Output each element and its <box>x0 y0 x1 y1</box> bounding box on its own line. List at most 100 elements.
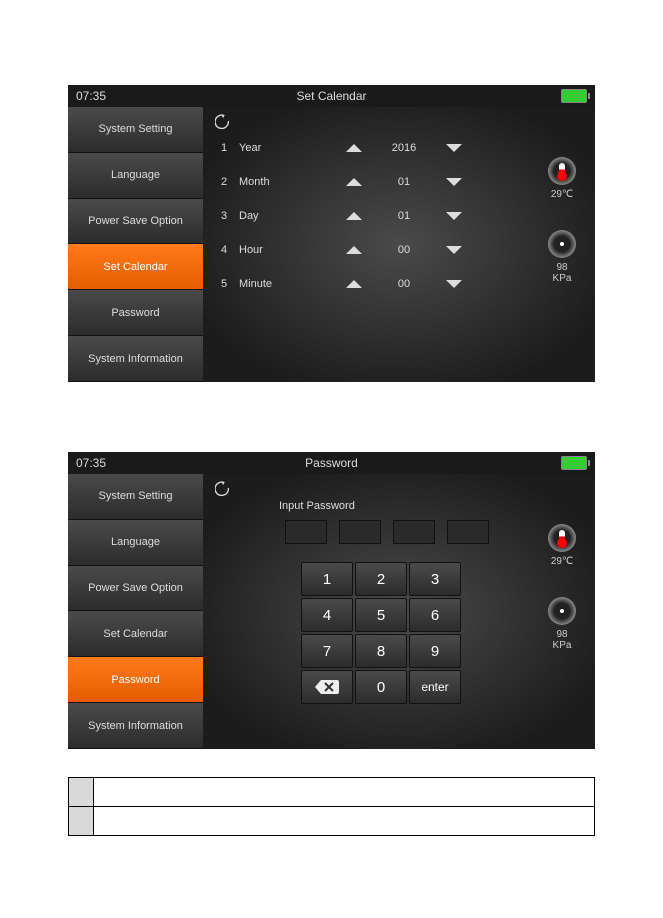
sidebar: System SettingLanguagePower Save OptionS… <box>68 474 203 749</box>
sidebar-item-password[interactable]: Password <box>68 290 203 336</box>
key-2[interactable]: 2 <box>355 562 407 596</box>
calendar-row-month: 2Month 01 <box>221 165 525 199</box>
chevron-down-icon <box>446 212 462 220</box>
pressure-unit: KPa <box>553 640 572 651</box>
row-value: 00 <box>379 244 429 256</box>
key-1[interactable]: 1 <box>301 562 353 596</box>
password-digit-2[interactable] <box>339 520 381 544</box>
topbar: 07:35 Password <box>68 452 595 474</box>
key-6[interactable]: 6 <box>409 598 461 632</box>
sidebar-item-system-setting[interactable]: System Setting <box>68 474 203 520</box>
row-label: Day <box>239 210 329 222</box>
chevron-up-icon <box>346 178 362 186</box>
pressure-value: 98 <box>556 629 567 640</box>
row-value: 00 <box>379 278 429 290</box>
battery-icon <box>561 456 587 470</box>
table-cell <box>69 778 94 807</box>
chevron-up-icon <box>346 144 362 152</box>
main-panel: Input Password 123 456 7890enter 29℃ 98 KP… <box>203 474 595 749</box>
sidebar-item-set-calendar[interactable]: Set Calendar <box>68 611 203 657</box>
key-enter[interactable]: enter <box>409 670 461 704</box>
key-3[interactable]: 3 <box>409 562 461 596</box>
chevron-down-icon <box>446 144 462 152</box>
calendar-row-year: 1Year 2016 <box>221 131 525 165</box>
table-cell <box>94 778 595 807</box>
key-7[interactable]: 7 <box>301 634 353 668</box>
row-value: 2016 <box>379 142 429 154</box>
decrement-year-button[interactable] <box>429 141 479 155</box>
key-0[interactable]: 0 <box>355 670 407 704</box>
row-label: Month <box>239 176 329 188</box>
temperature-value: 29℃ <box>551 556 573 567</box>
row-index: 3 <box>221 210 239 222</box>
increment-day-button[interactable] <box>329 209 379 223</box>
chevron-up-icon <box>346 280 362 288</box>
chevron-down-icon <box>446 178 462 186</box>
row-index: 4 <box>221 244 239 256</box>
keypad: 123 456 7890enter <box>301 562 509 704</box>
battery-icon <box>561 89 587 103</box>
back-icon[interactable] <box>215 480 231 499</box>
password-slots <box>285 520 509 544</box>
sidebar-item-system-setting[interactable]: System Setting <box>68 107 203 153</box>
thermometer-icon <box>548 157 576 185</box>
row-index: 1 <box>221 142 239 154</box>
backspace-icon <box>315 680 339 694</box>
sidebar-item-set-calendar[interactable]: Set Calendar <box>68 244 203 290</box>
password-digit-1[interactable] <box>285 520 327 544</box>
increment-year-button[interactable] <box>329 141 379 155</box>
sidebar-item-power-save-option[interactable]: Power Save Option <box>68 566 203 612</box>
row-label: Minute <box>239 278 329 290</box>
sensor-panel: 29℃ 98 KPa <box>537 157 587 284</box>
calendar-row-hour: 4Hour 00 <box>221 233 525 267</box>
temperature-value: 29℃ <box>551 189 573 200</box>
thermometer-icon <box>548 524 576 552</box>
sidebar-item-language[interactable]: Language <box>68 153 203 199</box>
sidebar-item-system-information[interactable]: System Information <box>68 703 203 749</box>
table-cell <box>94 807 595 836</box>
page-title: Set Calendar <box>68 89 595 103</box>
chevron-up-icon <box>346 246 362 254</box>
row-label: Year <box>239 142 329 154</box>
footer-table <box>68 777 595 836</box>
table-cell <box>69 807 94 836</box>
sensor-panel: 29℃ 98 KPa <box>537 524 587 651</box>
password-digit-4[interactable] <box>447 520 489 544</box>
screen-set-calendar: 07:35 Set Calendar System SettingLanguag… <box>68 85 595 382</box>
chevron-down-icon <box>446 280 462 288</box>
topbar: 07:35 Set Calendar <box>68 85 595 107</box>
input-password-label: Input Password <box>279 500 509 512</box>
decrement-hour-button[interactable] <box>429 243 479 257</box>
sidebar-item-language[interactable]: Language <box>68 520 203 566</box>
increment-hour-button[interactable] <box>329 243 379 257</box>
decrement-day-button[interactable] <box>429 209 479 223</box>
key-4[interactable]: 4 <box>301 598 353 632</box>
calendar-row-day: 3Day 01 <box>221 199 525 233</box>
sidebar: System SettingLanguagePower Save OptionS… <box>68 107 203 382</box>
row-label: Hour <box>239 244 329 256</box>
key-backspace[interactable] <box>301 670 353 704</box>
sidebar-item-system-information[interactable]: System Information <box>68 336 203 382</box>
key-9[interactable]: 9 <box>409 634 461 668</box>
row-index: 2 <box>221 176 239 188</box>
chevron-up-icon <box>346 212 362 220</box>
sidebar-item-password[interactable]: Password <box>68 657 203 703</box>
back-icon[interactable] <box>215 113 231 132</box>
decrement-month-button[interactable] <box>429 175 479 189</box>
decrement-minute-button[interactable] <box>429 277 479 291</box>
key-5[interactable]: 5 <box>355 598 407 632</box>
sidebar-item-power-save-option[interactable]: Power Save Option <box>68 199 203 245</box>
key-8[interactable]: 8 <box>355 634 407 668</box>
increment-month-button[interactable] <box>329 175 379 189</box>
row-value: 01 <box>379 176 429 188</box>
row-value: 01 <box>379 210 429 222</box>
pressure-value: 98 <box>556 262 567 273</box>
main-panel: 1Year20162Month013Day014Hour005Minute00 … <box>203 107 595 382</box>
pressure-unit: KPa <box>553 273 572 284</box>
password-digit-3[interactable] <box>393 520 435 544</box>
screen-password: 07:35 Password System SettingLanguagePow… <box>68 452 595 749</box>
increment-minute-button[interactable] <box>329 277 379 291</box>
page-title: Password <box>68 456 595 470</box>
pressure-gauge-icon <box>548 597 576 625</box>
row-index: 5 <box>221 278 239 290</box>
